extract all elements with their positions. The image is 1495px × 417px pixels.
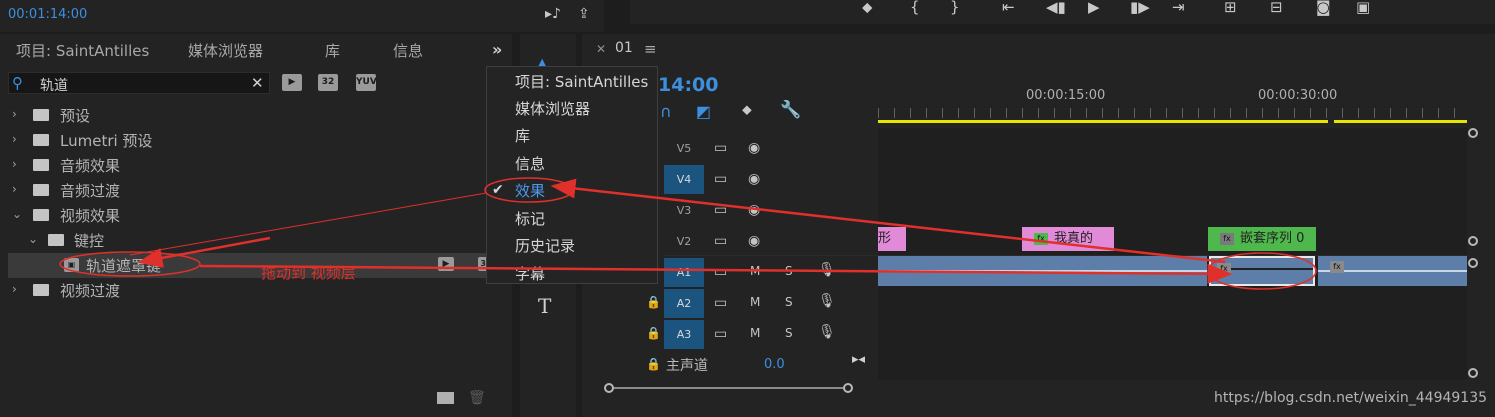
annotation-overlay <box>59 177 1317 290</box>
annotation-arrow-right <box>199 263 1233 284</box>
watermark: https://blog.csdn.net/weixin_44949135 <box>1214 390 1488 406</box>
annotation-circle-clip <box>1207 252 1317 290</box>
annotation-circle-menu <box>484 177 574 203</box>
annotation-line <box>129 192 487 256</box>
annotation-arrow-up <box>550 178 1226 264</box>
